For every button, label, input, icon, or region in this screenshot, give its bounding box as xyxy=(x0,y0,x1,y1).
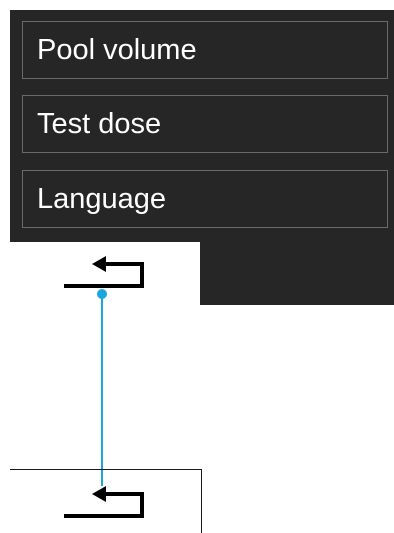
menu-item-test-dose[interactable]: Test dose xyxy=(22,95,388,153)
return-arrow-icon xyxy=(64,486,144,518)
menu-item-language[interactable]: Language xyxy=(22,170,388,228)
menu-item-pool-volume[interactable]: Pool volume xyxy=(22,21,388,79)
menu-item-label: Test dose xyxy=(37,108,162,140)
back-button-top[interactable] xyxy=(64,256,148,290)
menu-item-label: Language xyxy=(37,183,167,215)
back-button-bottom[interactable] xyxy=(64,486,148,520)
connector-line xyxy=(97,289,107,486)
connector-dot xyxy=(97,289,107,299)
menu-item-label: Pool volume xyxy=(37,34,197,66)
settings-menu-panel-extension xyxy=(200,242,394,305)
return-arrow-icon xyxy=(64,256,144,288)
